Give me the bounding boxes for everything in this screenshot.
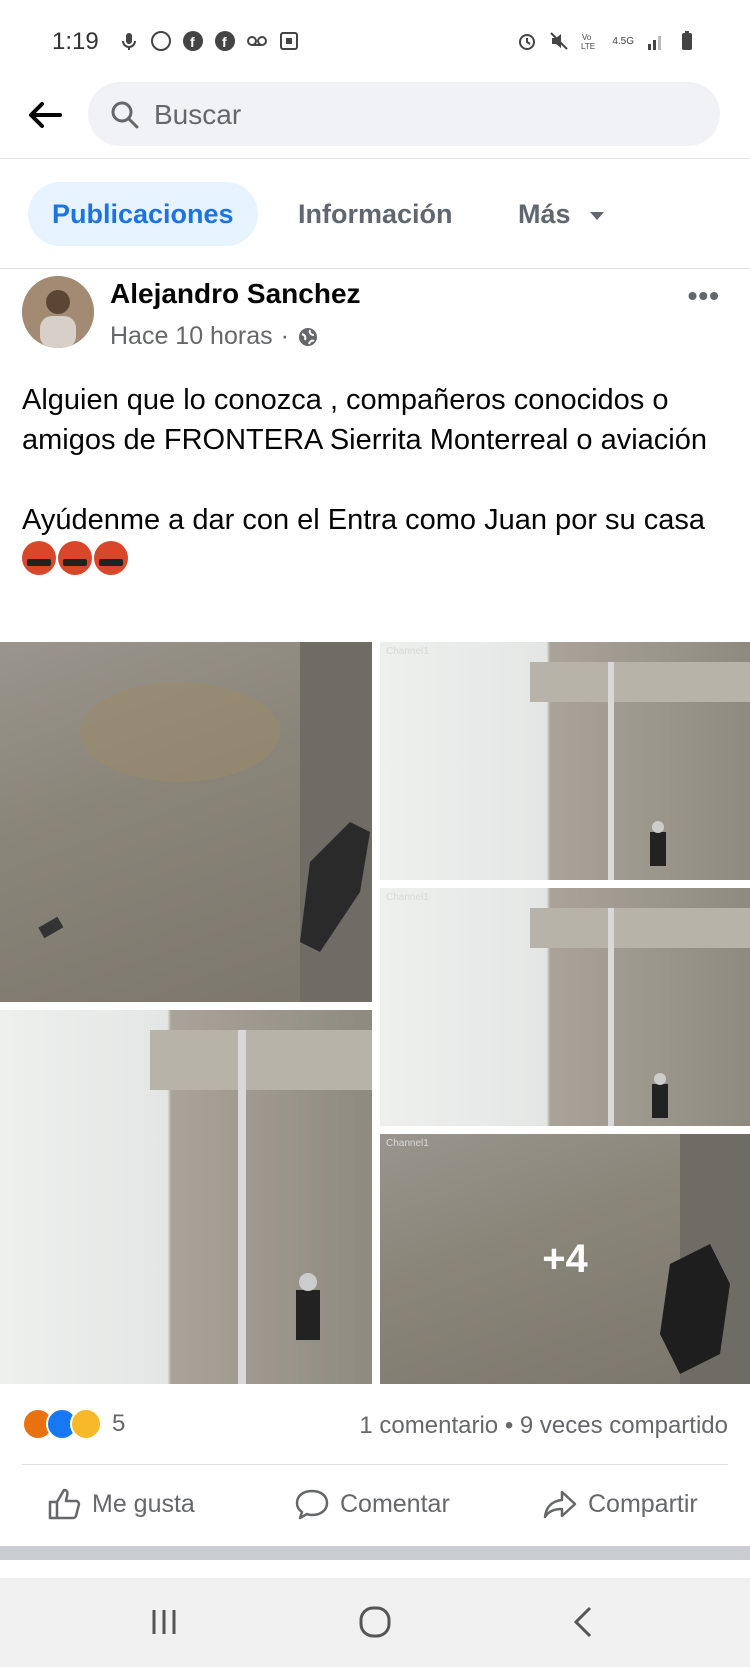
cctv-photo-3[interactable]: Channel1 xyxy=(380,888,750,1126)
post-separator xyxy=(0,1546,750,1560)
like-button[interactable]: Me gusta xyxy=(46,1486,195,1522)
mic-icon xyxy=(122,33,136,50)
back-nav-icon[interactable] xyxy=(562,1600,606,1644)
volte-icon: VoLTE xyxy=(581,33,595,51)
photo-4-scene xyxy=(150,1030,372,1384)
system-icons: Vo LTE 4.5G xyxy=(516,30,698,52)
notification-icons: f f xyxy=(118,30,300,52)
post-meta: Hace 10 horas · xyxy=(110,322,319,351)
post-author[interactable]: Alejandro Sanchez xyxy=(110,278,361,310)
status-bar: 1:19 f f Vo LTE 4.5G xyxy=(0,0,750,78)
angry-symbols-emoji xyxy=(22,541,56,575)
thumbs-up-icon xyxy=(48,1488,81,1520)
whatsapp-icon xyxy=(151,31,171,51)
mute-icon xyxy=(550,32,569,50)
search-input[interactable]: Buscar xyxy=(88,82,720,146)
like-label: Me gusta xyxy=(92,1489,195,1518)
cctv-photo-5-more[interactable]: Channel1 +4 xyxy=(380,1134,750,1384)
tab-publicaciones[interactable]: Publicaciones xyxy=(28,182,258,246)
back-arrow-icon[interactable] xyxy=(22,92,68,138)
screenshot-icon xyxy=(280,32,298,50)
meta-separator: · xyxy=(280,322,289,350)
photo-grid: Channel1 Channel1 Channel1 +4 xyxy=(0,642,750,1384)
comment-button[interactable]: Comentar xyxy=(294,1486,450,1522)
post-paragraph-2: Ayúdenme a dar con el Entra como Juan po… xyxy=(22,500,722,580)
avatar-image xyxy=(22,276,94,348)
avatar[interactable] xyxy=(22,276,94,348)
divider xyxy=(22,1464,728,1465)
android-nav-bar xyxy=(0,1578,750,1667)
share-count[interactable]: 9 veces compartido xyxy=(520,1412,728,1439)
post-text: Alguien que lo conozca , compañeros cono… xyxy=(22,380,722,580)
cctv-photo-2[interactable]: Channel1 xyxy=(380,642,750,880)
share-label: Compartir xyxy=(588,1489,698,1518)
angry-symbols-emoji xyxy=(58,541,92,575)
photo-3-scene xyxy=(530,908,750,1126)
caret-down-icon xyxy=(590,211,605,220)
post-actions: Me gusta Comentar Compartir xyxy=(0,1478,750,1534)
recents-icon[interactable] xyxy=(142,1600,186,1644)
share-button[interactable]: Compartir xyxy=(542,1486,698,1522)
post-stats: 1 comentario • 9 veces compartido xyxy=(359,1412,728,1440)
tab-informacion[interactable]: Información xyxy=(274,182,477,246)
signal-icon xyxy=(648,36,661,50)
svg-text:Vo: Vo xyxy=(582,33,592,42)
post-time[interactable]: Hace 10 horas xyxy=(110,322,273,351)
post-paragraph-1: Alguien que lo conozca , compañeros cono… xyxy=(22,384,707,456)
status-time: 1:19 xyxy=(52,28,99,55)
svg-text:f: f xyxy=(190,34,195,50)
stats-separator: • xyxy=(504,1412,520,1439)
photo-1-scene xyxy=(38,642,372,1002)
tab-mas-label: Más xyxy=(518,199,571,229)
photo-2-scene xyxy=(530,662,750,880)
alarm-icon xyxy=(519,34,536,50)
reactions-summary[interactable]: 5 xyxy=(22,1408,125,1440)
battery-icon xyxy=(682,31,692,50)
search-icon xyxy=(111,101,139,129)
cctv-photo-1[interactable] xyxy=(0,642,372,1002)
comment-count[interactable]: 1 comentario xyxy=(359,1412,498,1439)
more-photos-count: +4 xyxy=(542,1236,588,1281)
svg-text:f: f xyxy=(222,34,227,50)
network-type: 4.5G xyxy=(612,35,634,47)
svg-text:LTE: LTE xyxy=(581,42,595,51)
globe-icon xyxy=(298,327,317,346)
divider xyxy=(0,268,750,269)
sad-reaction-icon xyxy=(70,1408,102,1440)
share-icon xyxy=(543,1490,577,1519)
profile-tabs: Publicaciones Información Más xyxy=(0,168,750,260)
post-paragraph-2-text: Ayúdenme a dar con el Entra como Juan po… xyxy=(22,504,705,536)
comment-icon xyxy=(295,1489,329,1520)
home-icon[interactable] xyxy=(353,1600,397,1644)
reaction-count: 5 xyxy=(112,1410,126,1437)
search-bar: Buscar xyxy=(0,78,750,160)
facebook-icon-2: f xyxy=(215,31,235,51)
divider xyxy=(0,158,750,159)
tab-mas[interactable]: Más xyxy=(494,182,630,246)
comment-label: Comentar xyxy=(340,1489,450,1518)
cctv-photo-4[interactable] xyxy=(0,1010,372,1384)
more-options-icon[interactable]: ••• xyxy=(688,280,720,312)
angry-symbols-emoji xyxy=(94,541,128,575)
voicemail-icon xyxy=(247,36,267,46)
facebook-icon: f xyxy=(183,31,203,51)
search-placeholder: Buscar xyxy=(154,99,242,130)
